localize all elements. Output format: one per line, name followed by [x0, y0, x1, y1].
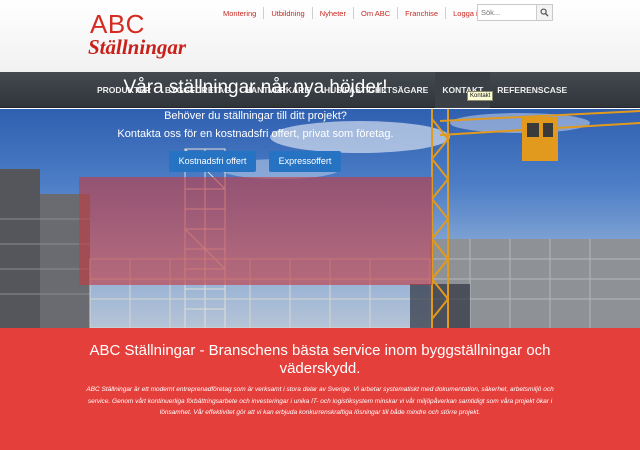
search-input[interactable] — [478, 5, 536, 20]
topnav-link-om-abc[interactable]: Om ABC — [354, 9, 397, 18]
nav-item-kontakt[interactable]: KONTAKT — [435, 72, 491, 108]
search-icon — [540, 8, 549, 17]
kontakt-tooltip: Kontakt — [467, 91, 494, 101]
hero-description: Kontakta oss för en kostnadsfri offert, … — [117, 128, 394, 140]
topnav-link-nyheter[interactable]: Nyheter — [313, 9, 353, 18]
nav-item-referenscase[interactable]: REFERENSCASE — [490, 72, 574, 108]
topnav-link-franchise[interactable]: Franchise — [398, 9, 445, 18]
search-button[interactable] — [536, 5, 552, 20]
intro-heading: ABC Ställningar - Branschens bästa servi… — [89, 342, 551, 377]
hero-banner — [0, 109, 640, 328]
search-box — [477, 4, 553, 21]
hero-subtitle: Behöver du ställningar till ditt projekt… — [164, 110, 347, 122]
free-quote-button[interactable]: Kostnadsfri offert — [169, 151, 256, 172]
intro-section: ABC Ställningar - Branschens bästa servi… — [0, 328, 640, 450]
intro-text: ABC Ställningar är ett modernt entrepren… — [86, 386, 554, 416]
topnav-link-montering[interactable]: Montering — [216, 9, 263, 18]
express-quote-button[interactable]: Expressoffert — [269, 151, 341, 172]
abc-logo[interactable]: ABC Ställningar — [88, 9, 186, 65]
topnav-link-utbildning[interactable]: Utbildning — [264, 9, 311, 18]
top-navigation: Montering Utbildning Nyheter Om ABC Fran… — [216, 7, 489, 19]
hero-title: Våra ställningar når nya höjder! — [123, 77, 388, 98]
site-header: ABC Ställningar Montering Utbildning Nyh… — [0, 0, 640, 72]
logo-text-stallningar: Ställningar — [88, 35, 187, 59]
hero-overlay — [79, 177, 432, 285]
